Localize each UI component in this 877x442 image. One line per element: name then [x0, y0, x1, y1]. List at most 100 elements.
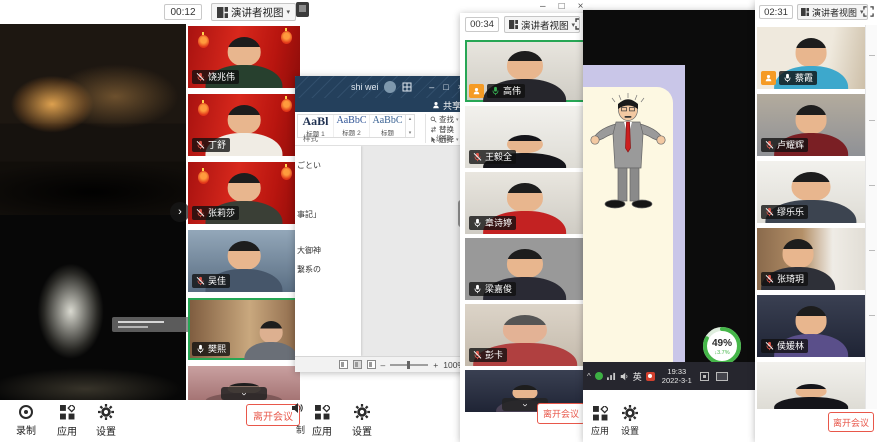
lantern-icon: [198, 103, 209, 116]
speaker-icon[interactable]: [620, 372, 629, 381]
participant-tile[interactable]: 饶兆伟: [188, 26, 300, 88]
zoom-slider-thumb[interactable]: [407, 361, 410, 369]
participant-tile[interactable]: 章诗婷: [465, 172, 585, 234]
mic-muted-icon: [196, 72, 205, 82]
main-video-stage[interactable]: [0, 24, 186, 215]
main-video-spotlight[interactable]: [0, 215, 186, 400]
participant-tile[interactable]: 张琦玥: [757, 228, 865, 290]
apps-button[interactable]: 应用: [312, 405, 332, 438]
share-button[interactable]: 共享: [443, 99, 461, 112]
mic-muted-icon: [196, 140, 205, 150]
taskbar-clock[interactable]: 19:33 2022-3-1: [662, 367, 692, 385]
gear-icon: [98, 404, 114, 420]
settings-button[interactable]: 设置: [96, 404, 116, 438]
word-document-canvas[interactable]: ごとい 事記」 大御神 繫系の: [295, 146, 470, 356]
word-titlebar: shi wei – □ ×: [295, 76, 470, 98]
participant-name: 梁嘉俊: [485, 285, 512, 294]
participant-namebar: 蔡霞: [779, 71, 817, 85]
participant-tile[interactable]: 蔡霞: [757, 27, 865, 89]
participant-tile[interactable]: 吴佳: [188, 230, 300, 292]
speaker-view-label: 演讲者视图: [231, 5, 284, 20]
minimize-button[interactable]: –: [540, 1, 546, 12]
style-heading2[interactable]: AaBbC 标题 2: [334, 115, 370, 137]
restore-button[interactable]: □: [443, 82, 448, 92]
participant-namebar: 章诗婷: [469, 216, 516, 230]
word-page[interactable]: ごとい 事記」 大御神 繫系の: [295, 146, 361, 356]
web-layout-button[interactable]: [367, 360, 376, 369]
action-center-icon[interactable]: [700, 372, 709, 381]
participant-silhouette: [246, 319, 295, 360]
scroll-down-icon[interactable]: ▾: [409, 130, 412, 136]
apps-button[interactable]: 应用: [57, 405, 77, 438]
ime-indicator[interactable]: 英: [633, 370, 642, 383]
mic-muted-icon: [196, 208, 205, 218]
next-video-chevron[interactable]: ›: [170, 202, 190, 222]
participant-tile[interactable]: 梁嘉俊: [465, 238, 585, 300]
red-tray-icon[interactable]: [646, 372, 655, 381]
mic-on-icon: [783, 73, 792, 83]
minimize-button[interactable]: –: [429, 82, 434, 92]
leave-meeting-button[interactable]: 离开会议: [828, 412, 874, 432]
participant-tile[interactable]: 卢耀辉: [757, 94, 865, 156]
scrollbar-strip[interactable]: [865, 25, 877, 409]
mic-muted-icon: [765, 207, 774, 217]
person-icon: [472, 87, 481, 95]
style-heading[interactable]: AaBbC 标题: [370, 115, 405, 137]
settings-button[interactable]: 设置: [621, 405, 639, 437]
zoom-in-button[interactable]: +: [433, 360, 438, 370]
account-avatar[interactable]: [384, 81, 396, 93]
meeting-window-left: 00:12 演讲者视图 ▾ › 饶兆伟: [0, 0, 307, 442]
record-button[interactable]: 录制: [16, 405, 36, 437]
cartoon-businessman: [589, 90, 667, 220]
background-app-icon[interactable]: [296, 2, 309, 17]
show-desktop-icon[interactable]: [716, 372, 728, 381]
shared-screen-video[interactable]: 49% ↓3.7% ^ 英 19:33 2022-3-1: [583, 10, 757, 390]
participant-tile[interactable]: 侯媛林: [757, 295, 865, 357]
participant-tile[interactable]: 缪乐乐: [757, 161, 865, 223]
print-layout-button[interactable]: [353, 360, 362, 369]
replace-icon: [430, 126, 437, 133]
speaker-view-button[interactable]: 演讲者视图 ▾: [211, 3, 296, 21]
leave-meeting-button[interactable]: 离开会议: [537, 403, 585, 424]
participant-tile-active-speaker[interactable]: 高伟: [465, 40, 585, 102]
mic-muted-icon: [196, 276, 205, 286]
ribbon-options-icon[interactable]: [402, 82, 412, 92]
speaker-view-button[interactable]: 演讲者视图 ▾: [797, 4, 868, 20]
participant-tile[interactable]: 张莉莎: [188, 162, 300, 224]
participant-name: 彭卡: [485, 351, 503, 360]
participant-tile[interactable]: 彭卡: [465, 304, 585, 366]
scroll-up-icon[interactable]: ▴: [409, 116, 412, 122]
document-text-fragment: 大御神: [297, 245, 321, 256]
layout-view-icon: [801, 8, 809, 16]
signal-icon[interactable]: [607, 372, 616, 380]
read-mode-button[interactable]: [339, 360, 348, 369]
apps-button[interactable]: 应用: [591, 406, 609, 437]
style-gallery-scrollbar[interactable]: ▴ ▾: [405, 115, 414, 137]
maximize-button[interactable]: □: [559, 1, 565, 12]
chevron-down-icon: ›: [520, 403, 530, 406]
style-preview: AaBl: [302, 115, 328, 127]
participant-name: 张莉莎: [208, 209, 235, 218]
speaker-view-button[interactable]: 演讲者视图 ▾: [504, 16, 580, 33]
green-app-icon[interactable]: [595, 372, 603, 380]
participant-tile[interactable]: 王毅全: [465, 106, 585, 168]
participant-tile-partial[interactable]: [757, 362, 865, 409]
document-text-fragment: 事記」: [297, 209, 321, 220]
participant-tile[interactable]: 丁舒: [188, 94, 300, 156]
participant-namebar: 梁嘉俊: [469, 282, 516, 296]
zoom-slider[interactable]: [390, 364, 428, 366]
collapse-column-button[interactable]: ›: [221, 387, 267, 400]
chevron-down-icon: ▾: [456, 137, 459, 143]
lantern-icon: [281, 167, 292, 180]
zoom-out-button[interactable]: –: [381, 360, 386, 370]
record-icon: [19, 405, 33, 419]
meeting-window-share: 49% ↓3.7% ^ 英 19:33 2022-3-1: [583, 10, 757, 442]
participant-tile-active-speaker[interactable]: 樊熙: [188, 298, 300, 360]
document-text-fragment: ごとい: [297, 160, 321, 171]
tray-expand-icon[interactable]: ^: [587, 372, 591, 381]
fullscreen-icon[interactable]: [863, 6, 874, 17]
settings-button[interactable]: 设置: [352, 404, 372, 438]
mic-muted-icon: [765, 341, 774, 351]
participant-name: 章诗婷: [485, 219, 512, 228]
chevron-down-icon: ▾: [456, 117, 459, 123]
